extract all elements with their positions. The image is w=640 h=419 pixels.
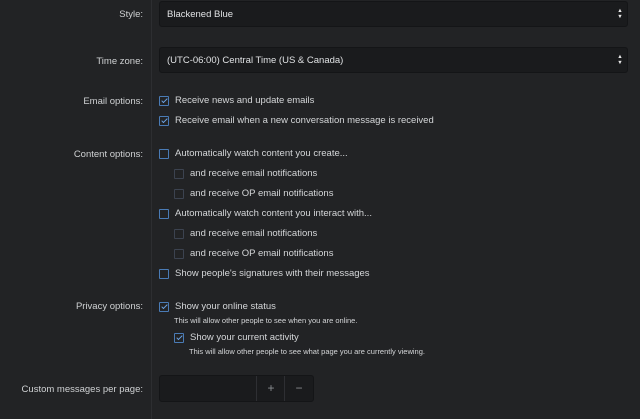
- checkbox-icon: [174, 249, 184, 259]
- checkbox-checked-icon: [159, 302, 169, 312]
- checkbox-label: Receive news and update emails: [175, 95, 315, 106]
- checkbox-label: Show people's signatures with their mess…: [175, 268, 370, 279]
- checkbox-label: Automatically watch content you create..…: [175, 148, 348, 159]
- conversation-emails-checkbox[interactable]: Receive email when a new conversation me…: [159, 115, 434, 126]
- checkbox-label: and receive email notifications: [190, 168, 318, 179]
- watch-created-email-checkbox[interactable]: and receive email notifications: [174, 168, 317, 179]
- watch-interacted-email-checkbox[interactable]: and receive email notifications: [174, 228, 317, 239]
- style-label: Style:: [119, 9, 143, 20]
- checkbox-icon: [159, 209, 169, 219]
- online-status-hint: This will allow other people to see when…: [174, 316, 358, 325]
- checkbox-label: and receive email notifications: [190, 228, 318, 239]
- form-divider: [151, 0, 152, 419]
- checkbox-icon: [174, 229, 184, 239]
- current-activity-checkbox[interactable]: Show your current activity: [174, 332, 299, 343]
- select-arrows-icon: ▲ ▼: [617, 54, 623, 66]
- timezone-label: Time zone:: [96, 56, 143, 67]
- increment-button[interactable]: +: [256, 376, 285, 401]
- online-status-checkbox[interactable]: Show your online status: [159, 301, 276, 312]
- timezone-select[interactable]: (UTC-06:00) Central Time (US & Canada) ▲…: [159, 47, 628, 73]
- messages-per-page-label: Custom messages per page:: [21, 384, 143, 395]
- watch-created-op-email-checkbox[interactable]: and receive OP email notifications: [174, 188, 333, 199]
- checkbox-icon: [174, 169, 184, 179]
- checkbox-label: and receive OP email notifications: [190, 248, 334, 259]
- show-signatures-checkbox[interactable]: Show people's signatures with their mess…: [159, 268, 370, 279]
- current-activity-hint: This will allow other people to see what…: [189, 347, 425, 356]
- checkbox-icon: [159, 149, 169, 159]
- checkbox-label: Receive email when a new conversation me…: [175, 115, 434, 126]
- checkbox-checked-icon: [159, 116, 169, 126]
- messages-per-page-stepper[interactable]: + −: [159, 375, 314, 402]
- checkbox-checked-icon: [159, 96, 169, 106]
- style-select-value: Blackened Blue: [167, 9, 234, 20]
- checkbox-label: Show your online status: [175, 301, 276, 312]
- checkbox-checked-icon: [174, 333, 184, 343]
- decrement-button[interactable]: −: [284, 376, 313, 401]
- news-emails-checkbox[interactable]: Receive news and update emails: [159, 95, 314, 106]
- style-select[interactable]: Blackened Blue ▲ ▼: [159, 1, 628, 27]
- checkbox-label: Show your current activity: [190, 332, 299, 343]
- watch-interacted-checkbox[interactable]: Automatically watch content you interact…: [159, 208, 372, 219]
- email-options-label: Email options:: [83, 96, 143, 107]
- checkbox-label: Automatically watch content you interact…: [175, 208, 372, 219]
- checkbox-icon: [174, 189, 184, 199]
- checkbox-icon: [159, 269, 169, 279]
- watch-interacted-op-email-checkbox[interactable]: and receive OP email notifications: [174, 248, 333, 259]
- checkbox-label: and receive OP email notifications: [190, 188, 334, 199]
- select-arrows-icon: ▲ ▼: [617, 8, 623, 20]
- timezone-select-value: (UTC-06:00) Central Time (US & Canada): [167, 55, 344, 66]
- watch-created-checkbox[interactable]: Automatically watch content you create..…: [159, 148, 348, 159]
- privacy-options-label: Privacy options:: [75, 301, 143, 312]
- content-options-label: Content options:: [73, 149, 143, 160]
